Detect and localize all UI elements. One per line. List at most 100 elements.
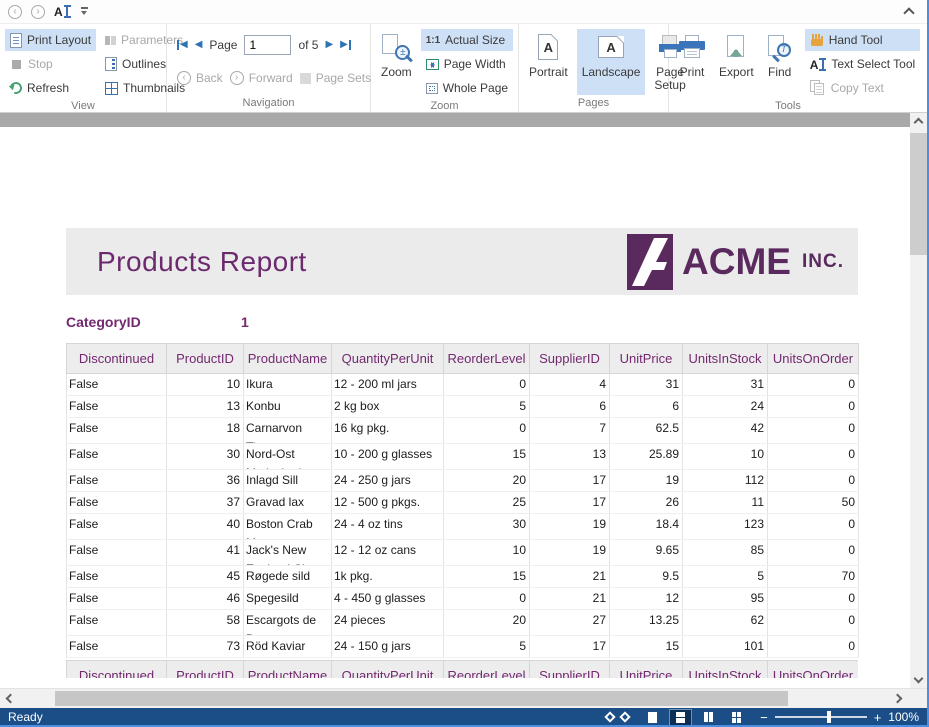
zoom-out-icon[interactable] (760, 711, 768, 724)
stop-button[interactable]: Stop (5, 53, 96, 75)
column-header: UnitPrice (610, 661, 683, 679)
page-width-icon (426, 59, 439, 70)
column-header: ReorderLevel (444, 661, 530, 679)
text-select-icon[interactable]: A (54, 5, 71, 18)
products-table-repeat-head: DiscontinuedProductIDProductNameQuantity… (67, 661, 859, 679)
table-cell: 4 - 450 g glasses (332, 588, 444, 610)
table-cell: False (67, 636, 167, 658)
table-cell: False (67, 418, 167, 444)
vertical-scrollbar[interactable] (910, 113, 927, 688)
table-cell: 24 - 250 g jars (332, 470, 444, 492)
table-cell: Inlagd Sill (244, 470, 332, 492)
table-cell: 12 - 500 g pkgs. (332, 492, 444, 514)
scroll-left-button[interactable] (0, 689, 18, 708)
zoom-in-icon[interactable] (874, 711, 882, 724)
table-cell: 15 (444, 566, 530, 588)
print-layout-button[interactable]: Print Layout (5, 29, 96, 51)
column-header: QuantityPerUnit (332, 661, 444, 679)
table-cell: 112 (683, 470, 768, 492)
column-header: Discontinued (67, 344, 167, 374)
page-width-button[interactable]: Page Width (421, 53, 513, 75)
next-page-button[interactable] (325, 40, 333, 50)
table-cell: 13 (530, 444, 610, 470)
table-cell: Røgede sild (244, 566, 332, 588)
copy-text-button[interactable]: Copy Text (805, 77, 921, 99)
table-cell: Jack's New England Clam Chowder (244, 540, 332, 566)
forward-history-label: Forward (249, 71, 293, 85)
portrait-icon: A (538, 34, 558, 60)
single-page-view-button[interactable] (642, 710, 663, 725)
table-cell: 10 (444, 540, 530, 566)
refresh-button[interactable]: Refresh (5, 77, 96, 99)
ribbon-group-zoom: Zoom 1:1 Actual Size Page Width Whole Pa… (371, 24, 519, 112)
table-row: False13Konbu2 kg box566240 (67, 396, 859, 418)
print-layout-label: Print Layout (27, 33, 91, 47)
logo-company-suffix: INC. (802, 251, 844, 273)
zoom-button[interactable]: Zoom (376, 29, 417, 95)
print-button[interactable]: Print (674, 29, 710, 95)
previous-page-status-icon[interactable] (604, 711, 615, 722)
forward-icon[interactable] (31, 5, 45, 19)
customize-dropdown-icon[interactable] (80, 7, 89, 16)
landscape-button[interactable]: A Landscape (577, 29, 646, 95)
page-number-input[interactable] (244, 35, 291, 55)
find-button[interactable]: Find (763, 29, 797, 95)
last-page-button[interactable] (340, 40, 351, 50)
table-cell: 25 (444, 492, 530, 514)
table-cell: Escargots de Bourgogne (244, 610, 332, 636)
hand-tool-label: Hand Tool (829, 33, 883, 47)
text-select-tool-button[interactable]: A Text Select Tool (805, 53, 921, 75)
back-history-icon (177, 71, 191, 85)
products-table: DiscontinuedProductIDProductNameQuantity… (66, 343, 859, 658)
table-cell: 95 (683, 588, 768, 610)
hand-tool-button[interactable]: Hand Tool (805, 29, 921, 51)
back-icon[interactable] (8, 5, 22, 19)
export-button[interactable]: Export (714, 29, 759, 95)
text-select-tool-icon: A (810, 58, 827, 71)
portrait-button[interactable]: A Portrait (524, 29, 573, 95)
back-history-button[interactable]: Back (177, 67, 223, 89)
continuous-scroll-view-button[interactable] (670, 710, 691, 725)
zoom-slider-thumb[interactable] (827, 711, 831, 723)
table-cell: False (67, 444, 167, 470)
multi-page-view-button[interactable] (726, 710, 747, 725)
table-cell: 0 (768, 610, 859, 636)
table-cell: 11 (683, 492, 768, 514)
table-cell: 40 (167, 514, 244, 540)
page-navigation-row: Page of 5 (177, 33, 360, 57)
actual-size-button[interactable]: 1:1 Actual Size (421, 29, 513, 51)
two-page-view-button[interactable] (698, 710, 719, 725)
page-label: Page (209, 38, 237, 52)
table-cell: False (67, 566, 167, 588)
table-cell: 25.89 (610, 444, 683, 470)
first-page-button[interactable] (177, 40, 188, 50)
table-cell: Röd Kaviar (244, 636, 332, 658)
table-cell: 46 (167, 588, 244, 610)
print-label: Print (680, 66, 705, 79)
forward-history-button[interactable]: Forward (230, 67, 293, 89)
thumbnails-icon (105, 82, 118, 95)
vertical-scroll-thumb[interactable] (910, 133, 927, 255)
print-icon (679, 35, 705, 59)
next-page-status-icon[interactable] (619, 711, 630, 722)
table-cell: 26 (610, 492, 683, 514)
scroll-down-button[interactable] (910, 672, 927, 688)
collapse-ribbon-icon[interactable] (903, 7, 914, 18)
whole-page-button[interactable]: Whole Page (421, 77, 513, 99)
table-cell: Nord-Ost Matjeshering (244, 444, 332, 470)
horizontal-scroll-thumb[interactable] (55, 691, 788, 706)
scroll-left-icon (6, 694, 16, 704)
table-cell: 30 (167, 444, 244, 470)
copy-text-label: Copy Text (831, 81, 884, 95)
zoom-slider[interactable] (775, 716, 867, 718)
column-header: SupplierID (530, 344, 610, 374)
previous-page-button[interactable] (195, 40, 203, 50)
scroll-up-button[interactable] (910, 113, 927, 129)
table-cell: 12 - 200 ml jars (332, 374, 444, 396)
table-cell: 0 (768, 540, 859, 566)
horizontal-scrollbar[interactable] (0, 688, 927, 708)
scroll-right-button[interactable] (890, 689, 908, 708)
table-cell: False (67, 396, 167, 418)
page-sets-button[interactable]: Page Sets (300, 67, 371, 89)
products-table-repeat-header: DiscontinuedProductIDProductNameQuantity… (66, 660, 858, 678)
